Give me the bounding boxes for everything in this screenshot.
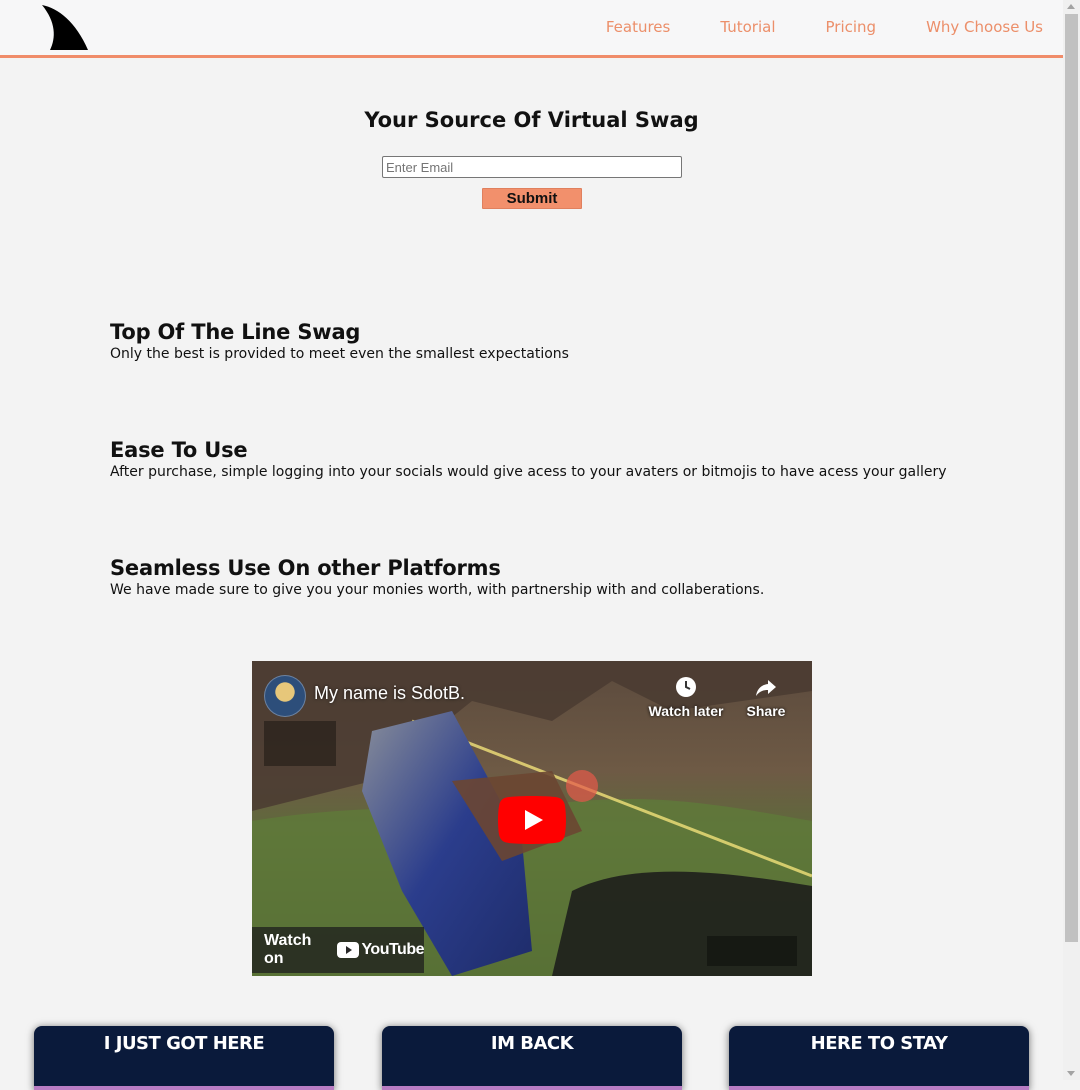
nav-pricing[interactable]: Pricing (826, 18, 877, 36)
youtube-logo: YouTube (337, 941, 424, 959)
scroll-down-arrow-icon[interactable] (1067, 1071, 1075, 1076)
feature-seamless-use: Seamless Use On other Platforms We have … (110, 556, 764, 598)
plan-title: I JUST GOT HERE (103, 1033, 265, 1054)
feature-title: Seamless Use On other Platforms (110, 556, 501, 580)
hero-title: Your Source Of Virtual Swag (364, 108, 699, 132)
plan-card-i-just-got-here: I JUST GOT HERE (34, 1026, 334, 1090)
watch-later-button[interactable]: Watch later (648, 675, 724, 719)
youtube-label: YouTube (361, 941, 424, 958)
plan-title: IM BACK (490, 1033, 574, 1054)
nav-tutorial[interactable]: Tutorial (720, 18, 775, 36)
page-scrollbar[interactable] (1063, 0, 1080, 1080)
scroll-thumb[interactable] (1065, 14, 1078, 942)
scroll-up-arrow-icon[interactable] (1067, 4, 1075, 9)
plan-card-here-to-stay: HERE TO STAY (729, 1026, 1029, 1090)
main-nav: Features Tutorial Pricing Why Choose Us (606, 18, 1043, 36)
email-input[interactable] (382, 156, 682, 178)
watch-on-youtube-button[interactable]: Watch on YouTube (252, 927, 424, 973)
video-title[interactable]: My name is SdotB. (314, 683, 465, 704)
share-label: Share (746, 703, 786, 719)
site-header: Features Tutorial Pricing Why Choose Us (0, 0, 1063, 58)
plan-title: HERE TO STAY (810, 1033, 948, 1054)
feature-ease-of-use: Ease To Use After purchase, simple loggi… (110, 438, 947, 480)
youtube-embed[interactable]: My name is SdotB. Watch later Share Watc… (252, 661, 812, 976)
feature-top-of-line: Top Of The Line Swag Only the best is pr… (110, 320, 569, 362)
feature-text: We have made sure to give you your monie… (110, 582, 765, 598)
share-button[interactable]: Share (740, 675, 792, 719)
feature-text: After purchase, simple logging into your… (110, 464, 947, 480)
nav-why-choose-us[interactable]: Why Choose Us (926, 18, 1043, 36)
feature-title: Ease To Use (110, 438, 248, 462)
submit-button[interactable]: Submit (482, 188, 582, 209)
nav-features[interactable]: Features (606, 18, 671, 36)
feature-title: Top Of The Line Swag (110, 320, 361, 344)
share-arrow-icon (756, 680, 776, 696)
plan-card-im-back: IM BACK (382, 1026, 682, 1090)
feature-text: Only the best is provided to meet even t… (110, 346, 569, 362)
clock-icon (676, 677, 696, 697)
channel-avatar[interactable] (264, 675, 306, 717)
play-icon[interactable] (498, 796, 566, 844)
watch-later-label: Watch later (648, 703, 724, 719)
watch-on-label: Watch on (264, 932, 312, 967)
youtube-play-icon (337, 942, 360, 958)
shark-fin-icon[interactable] (40, 4, 90, 52)
